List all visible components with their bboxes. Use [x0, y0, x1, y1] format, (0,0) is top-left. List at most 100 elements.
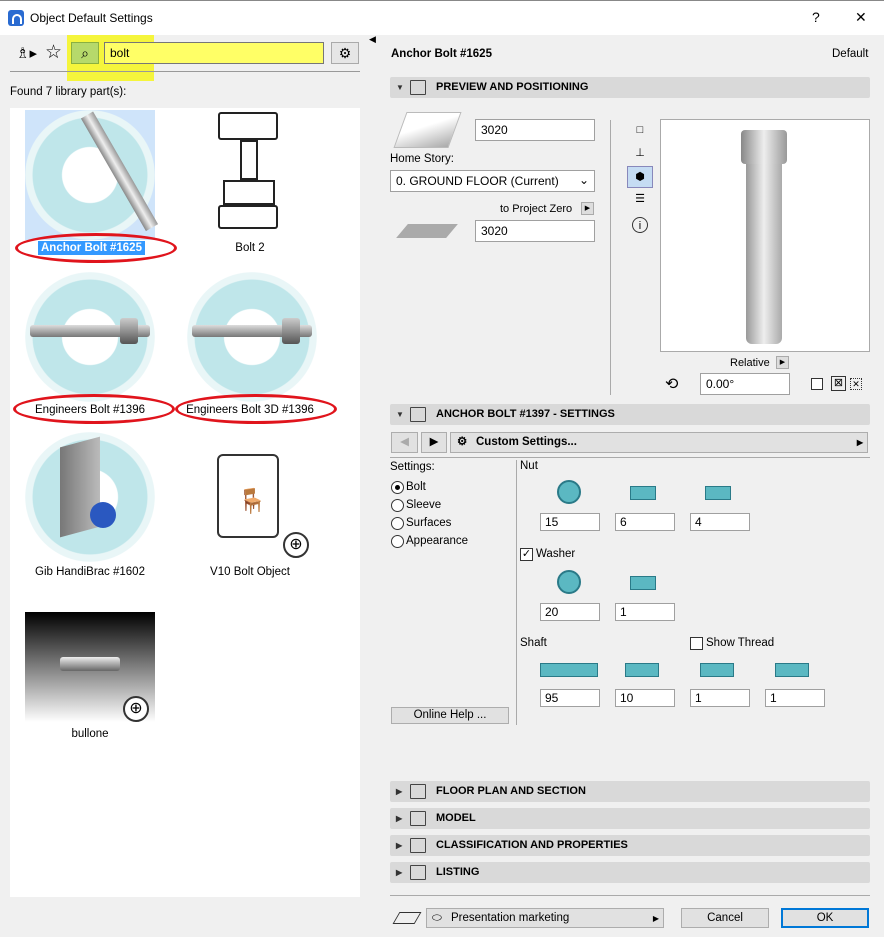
section-settings[interactable]: ▼ ANCHOR BOLT #1397 - SETTINGS — [390, 404, 870, 425]
globe-icon: ⊕ — [123, 696, 149, 722]
section-floor-plan[interactable]: ▶ FLOOR PLAN AND SECTION — [390, 781, 870, 802]
divider — [390, 895, 870, 896]
divider — [10, 71, 360, 72]
preview-icon — [410, 80, 426, 95]
nut-height-icon — [630, 480, 670, 506]
preview-3d[interactable] — [660, 119, 870, 352]
relative-label: Relative — [730, 357, 770, 369]
thumbnail-bolt-2[interactable] — [185, 110, 315, 240]
elevation-icon — [396, 224, 458, 238]
section-model[interactable]: ▶ MODEL — [390, 808, 870, 829]
home-story-select[interactable]: 0. GROUND FLOOR (Current) ⌄ — [390, 170, 595, 192]
item-label[interactable]: bullone — [10, 728, 170, 740]
elevation-view-icon[interactable]: ⊥ — [632, 145, 648, 161]
thumbnail-anchor-bolt[interactable] — [25, 110, 159, 240]
title-bar: Object Default Settings ? ✕ — [0, 0, 884, 35]
window-title: Object Default Settings — [30, 11, 153, 25]
arrow-right-icon[interactable]: ▶ — [776, 356, 789, 369]
chevron-down-icon: ⌄ — [578, 173, 589, 187]
annotation-circle — [175, 394, 337, 424]
search-input[interactable] — [104, 42, 324, 64]
radio-label: Bolt — [406, 481, 426, 493]
shaft-diameter-input[interactable] — [615, 689, 675, 707]
washer-checkbox[interactable]: ✓ — [520, 548, 533, 561]
next-button[interactable]: ▶ — [421, 432, 447, 453]
cancel-button[interactable]: Cancel — [681, 908, 769, 928]
chair-icon[interactable]: ♗▸ — [16, 44, 37, 62]
help-button[interactable]: ? — [812, 9, 820, 25]
plan-view-icon[interactable]: □ — [632, 122, 648, 138]
elevation-input[interactable] — [475, 220, 595, 242]
item-label[interactable]: Gib HandiBrac #1602 — [10, 566, 170, 578]
item-label[interactable]: Bolt 2 — [170, 242, 330, 254]
radio-bolt[interactable] — [391, 481, 404, 494]
star-icon[interactable]: ☆ — [45, 41, 62, 64]
found-count: Found 7 library part(s): — [10, 86, 127, 98]
3d-view-icon[interactable]: ⬢ — [627, 166, 653, 188]
radio-appearance[interactable] — [391, 535, 404, 548]
nut-diameter-icon — [555, 480, 595, 506]
prev-button[interactable]: ◀ — [391, 432, 418, 453]
height-input[interactable] — [475, 119, 595, 141]
splitter-arrow[interactable]: ◀ — [369, 34, 376, 45]
section-preview[interactable]: ▼ PREVIEW AND POSITIONING — [390, 77, 870, 98]
shaft-diameter-icon — [625, 655, 665, 681]
mirror-y-icon[interactable]: ✕ — [850, 378, 862, 390]
view-dropdown[interactable]: ⬭ Presentation marketing ▶ — [426, 908, 664, 928]
divider — [610, 120, 611, 395]
arrow-right-icon[interactable]: ▶ — [581, 202, 594, 215]
divider — [390, 457, 870, 458]
washer-label: Washer — [536, 548, 576, 560]
nut-diameter-input[interactable] — [540, 513, 600, 531]
divider — [516, 460, 517, 725]
nut-offset-input[interactable] — [690, 513, 750, 531]
mirror-x-icon[interactable]: ⊠ — [831, 376, 846, 391]
thread-pitch-input[interactable] — [690, 689, 750, 707]
section-classification[interactable]: ▶ CLASSIFICATION AND PROPERTIES — [390, 835, 870, 856]
globe-icon: ⊕ — [283, 532, 309, 558]
washer-thickness-input[interactable] — [615, 603, 675, 621]
close-button[interactable]: ✕ — [855, 9, 867, 26]
radio-label: Appearance — [406, 535, 469, 547]
thumbnail-bullone[interactable]: ⊕ — [25, 612, 155, 722]
shaft-label: Shaft — [520, 637, 547, 649]
ok-button[interactable]: OK — [781, 908, 869, 928]
thread-depth-icon — [775, 655, 815, 681]
model-icon — [410, 811, 426, 826]
settings-gear-icon[interactable]: ⚙ — [331, 42, 359, 64]
washer-thickness-icon — [630, 570, 670, 596]
show-thread-checkbox[interactable] — [690, 637, 703, 650]
arrow-right-icon: ▶ — [652, 914, 659, 923]
item-label[interactable]: V10 Bolt Object — [170, 566, 330, 578]
shaft-length-input[interactable] — [540, 689, 600, 707]
thread-pitch-icon — [700, 655, 740, 681]
thumbnail-engineers-bolt-3d[interactable] — [187, 272, 317, 402]
washer-diameter-input[interactable] — [540, 603, 600, 621]
rotation-icon: ⟲ — [665, 376, 679, 393]
thumbnail-gib-handibrac[interactable] — [25, 432, 155, 562]
custom-settings-icon: ⚙ — [457, 436, 468, 448]
app-icon — [8, 10, 24, 26]
thumbnail-engineers-bolt[interactable] — [25, 272, 155, 402]
radio-sleeve[interactable] — [391, 499, 404, 512]
listing-icon — [410, 865, 426, 880]
online-help-button[interactable]: Online Help ... — [391, 707, 509, 724]
custom-settings-dropdown[interactable]: ⚙ Custom Settings... ▶ — [450, 432, 868, 453]
info-icon[interactable]: i — [632, 217, 648, 233]
search-icon[interactable]: ⌕ — [71, 42, 99, 64]
nut-offset-icon — [705, 480, 745, 506]
settings-label: Settings: — [390, 461, 435, 473]
radio-surfaces[interactable] — [391, 517, 404, 530]
section-listing[interactable]: ▶ LISTING — [390, 862, 870, 883]
thumbnail-v10-bolt[interactable]: 🪑 ⊕ — [187, 432, 317, 562]
annotation-circle — [15, 233, 177, 263]
arrow-right-icon: ▶ — [856, 438, 863, 447]
washer-diameter-icon — [555, 570, 595, 596]
classification-icon — [410, 838, 426, 853]
nut-height-input[interactable] — [615, 513, 675, 531]
rotation-input[interactable] — [700, 373, 790, 395]
mirror-none-icon[interactable] — [811, 378, 823, 390]
shaft-length-icon — [540, 655, 600, 681]
thread-depth-input[interactable] — [765, 689, 825, 707]
list-view-icon[interactable]: ☰ — [632, 191, 648, 207]
